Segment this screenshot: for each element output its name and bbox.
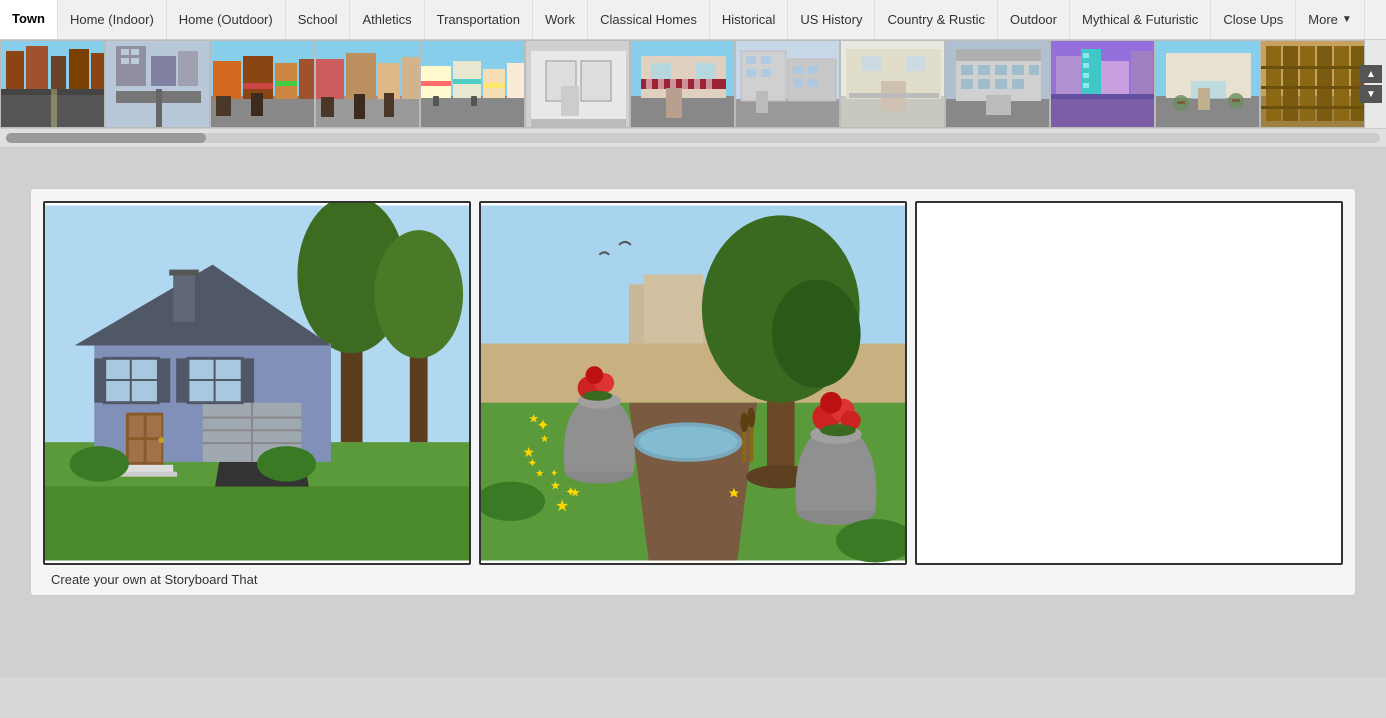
svg-text:★: ★ [535,469,544,480]
thumbnail-9[interactable] [840,40,945,128]
scroll-track-wrapper [0,129,1386,148]
category-nav: Town Home (Indoor) Home (Outdoor) School… [0,0,1386,40]
thumbnail-8[interactable] [735,40,840,128]
nav-item-outdoor[interactable]: Outdoor [998,0,1070,39]
nav-item-home-outdoor[interactable]: Home (Outdoor) [167,0,286,39]
nav-item-mythical-futuristic[interactable]: Mythical & Futuristic [1070,0,1211,39]
scene-cell-2[interactable]: ★ ★ ★ ★ ★ ★ ★ ★ ✦ ✦ ✦ ✦ ✦ ✦ [479,201,907,565]
storyboard-container: ★ ★ ★ ★ ★ ★ ★ ★ ✦ ✦ ✦ ✦ ✦ ✦ [30,188,1356,596]
thumbnail-7[interactable] [630,40,735,128]
scroll-up-button[interactable]: ▲ [1360,65,1382,83]
nav-item-country-rustic[interactable]: Country & Rustic [875,0,998,39]
svg-text:✦: ✦ [565,484,577,499]
thumbnail-strip[interactable] [0,40,1386,128]
scroll-down-button[interactable]: ▼ [1360,85,1382,103]
nav-item-classical-homes[interactable]: Classical Homes [588,0,710,39]
svg-text:★: ★ [555,498,569,515]
svg-text:✦: ✦ [550,469,558,480]
scene-cell-3[interactable] [915,201,1343,565]
nav-item-athletics[interactable]: Athletics [350,0,424,39]
thumbnail-5[interactable] [420,40,525,128]
svg-text:★: ★ [550,478,561,492]
thumbnail-1[interactable] [0,40,105,128]
nav-item-work[interactable]: Work [533,0,588,39]
svg-text:✦: ✦ [536,417,549,434]
thumbnail-strip-wrapper: ▲ ▼ [0,40,1386,129]
nav-item-us-history[interactable]: US History [788,0,875,39]
scroll-thumb[interactable] [6,133,206,143]
strip-controls: ▲ ▼ [1360,65,1382,103]
thumbnail-10[interactable] [945,40,1050,128]
nav-item-town[interactable]: Town [0,0,58,39]
thumbnail-3[interactable] [210,40,315,128]
nav-item-school[interactable]: School [286,0,351,39]
chevron-down-icon: ▼ [1342,14,1352,25]
thumbnail-13[interactable] [1260,40,1365,128]
svg-text:✦: ✦ [527,456,537,470]
nav-item-home-indoor[interactable]: Home (Indoor) [58,0,167,39]
nav-item-more[interactable]: More ▼ [1296,0,1365,39]
thumbnail-6[interactable] [525,40,630,128]
scene-cell-1[interactable] [43,201,471,565]
thumbnail-11[interactable] [1050,40,1155,128]
thumbnail-2[interactable] [105,40,210,128]
nav-item-transportation[interactable]: Transportation [425,0,533,39]
canvas-area: ★ ★ ★ ★ ★ ★ ★ ★ ✦ ✦ ✦ ✦ ✦ ✦ [0,148,1386,678]
scroll-track[interactable] [6,133,1380,143]
watermark: Create your own at Storyboard That [51,572,257,587]
svg-text:★: ★ [540,434,549,445]
nav-item-historical[interactable]: Historical [710,0,788,39]
nav-item-close-ups[interactable]: Close Ups [1211,0,1296,39]
thumbnail-12[interactable] [1155,40,1260,128]
thumbnail-4[interactable] [315,40,420,128]
